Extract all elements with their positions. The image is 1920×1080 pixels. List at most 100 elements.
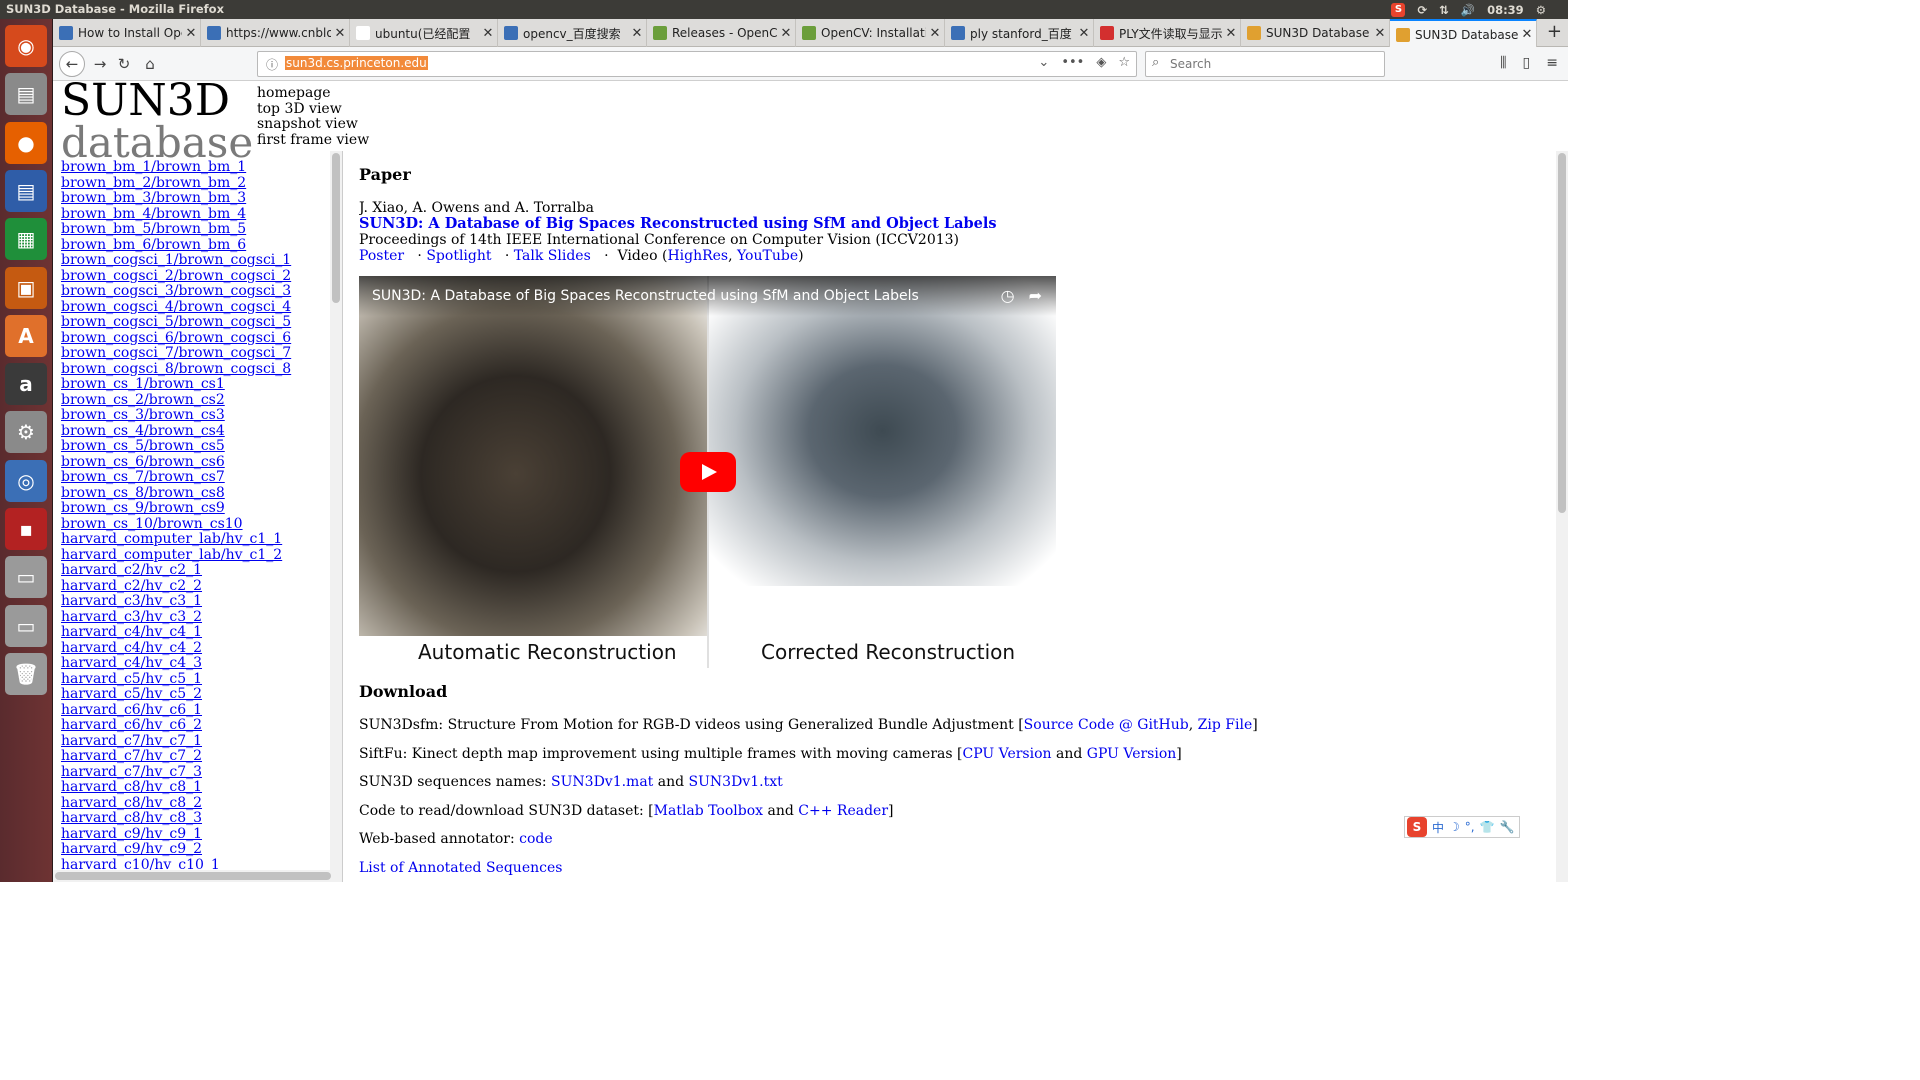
sequence-link[interactable]: harvard_c8/hv_c8_3 bbox=[61, 810, 342, 827]
home-button[interactable]: ⌂ bbox=[139, 53, 161, 75]
sequence-link[interactable]: brown_cs_6/brown_cs6 bbox=[61, 454, 342, 471]
sequence-link[interactable]: brown_bm_6/brown_bm_6 bbox=[61, 237, 342, 254]
tab-1[interactable]: How to Install Ope ✕ bbox=[53, 19, 201, 47]
paper-title-link[interactable]: SUN3D: A Database of Big Spaces Reconstr… bbox=[359, 216, 1559, 232]
sequence-link[interactable]: brown_cs_3/brown_cs3 bbox=[61, 407, 342, 424]
sequence-link[interactable]: harvard_c2/hv_c2_1 bbox=[61, 562, 342, 579]
tab-close-icon[interactable]: ✕ bbox=[1371, 26, 1389, 41]
dropdown-chevron-icon[interactable]: ⌄ bbox=[1038, 55, 1049, 70]
power-gear-icon[interactable]: ⚙ bbox=[1536, 3, 1546, 17]
tab-close-icon[interactable]: ✕ bbox=[1222, 26, 1240, 41]
tab-close-icon[interactable]: ✕ bbox=[777, 26, 795, 41]
nav-homepage[interactable]: homepage bbox=[257, 85, 369, 102]
tab-10[interactable]: SUN3D Database ✕ bbox=[1390, 19, 1537, 48]
sequence-link[interactable]: harvard_c7/hv_c7_3 bbox=[61, 764, 342, 781]
sequence-link[interactable]: brown_bm_1/brown_bm_1 bbox=[61, 159, 342, 176]
highres-link[interactable]: HighRes bbox=[667, 248, 728, 264]
sidebar-toggle-icon[interactable]: ▯ bbox=[1523, 55, 1531, 71]
tab-close-icon[interactable]: ✕ bbox=[1518, 27, 1536, 42]
sequence-link[interactable]: brown_cs_7/brown_cs7 bbox=[61, 469, 342, 486]
sequence-link[interactable]: brown_cs_8/brown_cs8 bbox=[61, 485, 342, 502]
sequence-link[interactable]: brown_cs_4/brown_cs4 bbox=[61, 423, 342, 440]
nav-first-frame-view[interactable]: first frame view bbox=[257, 132, 369, 149]
search-box[interactable]: ⌕ Search bbox=[1145, 51, 1385, 77]
matlab-toolbox-link[interactable]: Matlab Toolbox bbox=[654, 803, 763, 819]
sequence-link[interactable]: harvard_c8/hv_c8_1 bbox=[61, 779, 342, 796]
moon-icon[interactable]: ☽ bbox=[1449, 820, 1460, 834]
launcher-impress-icon[interactable]: ▣ bbox=[5, 266, 47, 309]
sequence-link[interactable]: harvard_c4/hv_c4_2 bbox=[61, 640, 342, 657]
sequence-link[interactable]: harvard_computer_lab/hv_c1_1 bbox=[61, 531, 342, 548]
sequence-link[interactable]: harvard_c3/hv_c3_1 bbox=[61, 593, 342, 610]
annotated-sequences-link[interactable]: List of Annotated Sequences bbox=[359, 860, 562, 876]
sogou-logo-icon[interactable]: S bbox=[1407, 817, 1427, 837]
launcher-software-center-icon[interactable]: A bbox=[5, 314, 47, 357]
youtube-video-embed[interactable]: SUN3D: A Database of Big Spaces Reconstr… bbox=[359, 276, 1056, 668]
watch-later-icon[interactable]: ◷ bbox=[1001, 286, 1015, 305]
volume-icon[interactable]: 🔊 bbox=[1461, 3, 1475, 17]
launcher-writer-icon[interactable]: ▤ bbox=[5, 169, 47, 212]
tab-9[interactable]: SUN3D Database ✕ bbox=[1241, 19, 1390, 47]
network-icon[interactable]: ⇅ bbox=[1439, 3, 1449, 17]
sequence-link[interactable]: brown_cogsci_7/brown_cogsci_7 bbox=[61, 345, 342, 362]
gpu-version-link[interactable]: GPU Version bbox=[1087, 746, 1177, 762]
reload-button[interactable]: ↻ bbox=[113, 53, 135, 75]
sequence-link[interactable]: brown_cs_5/brown_cs5 bbox=[61, 438, 342, 455]
sequence-link[interactable]: brown_bm_4/brown_bm_4 bbox=[61, 206, 342, 223]
sequence-link[interactable]: harvard_c7/hv_c7_1 bbox=[61, 733, 342, 750]
page-actions-icon[interactable]: ••• bbox=[1061, 55, 1084, 70]
poster-link[interactable]: Poster bbox=[359, 248, 404, 264]
sequence-link[interactable]: harvard_c9/hv_c9_2 bbox=[61, 841, 342, 858]
tab-2[interactable]: https://www.cnblo ✕ bbox=[201, 19, 350, 47]
nav-snapshot-view[interactable]: snapshot view bbox=[257, 116, 369, 133]
sequence-link[interactable]: harvard_c8/hv_c8_2 bbox=[61, 795, 342, 812]
punctuation-icon[interactable]: °, bbox=[1465, 820, 1475, 834]
sequence-link[interactable]: brown_bm_5/brown_bm_5 bbox=[61, 221, 342, 238]
tab-7[interactable]: ply stanford_百度 ✕ bbox=[945, 19, 1094, 47]
library-icon[interactable]: ⫼ bbox=[1500, 55, 1506, 71]
sequence-link[interactable]: brown_cs_10/brown_cs10 bbox=[61, 516, 342, 533]
launcher-drive-1-icon[interactable]: ▭ bbox=[5, 556, 47, 599]
pocket-icon[interactable]: ◈ bbox=[1096, 55, 1106, 70]
page-vertical-scrollbar[interactable] bbox=[1556, 151, 1568, 882]
skin-icon[interactable]: 👕 bbox=[1480, 820, 1495, 834]
tab-6[interactable]: OpenCV: Installati ✕ bbox=[796, 19, 945, 47]
tab-close-icon[interactable]: ✕ bbox=[331, 26, 349, 41]
ime-mode-toggle[interactable]: 中 bbox=[1432, 819, 1444, 836]
sequence-link[interactable]: brown_bm_2/brown_bm_2 bbox=[61, 175, 342, 192]
sequence-link[interactable]: harvard_c3/hv_c3_2 bbox=[61, 609, 342, 626]
sequence-link[interactable]: harvard_computer_lab/hv_c1_2 bbox=[61, 547, 342, 564]
sync-icon[interactable]: ⟳ bbox=[1417, 3, 1427, 17]
nav-top-3d-view[interactable]: top 3D view bbox=[257, 101, 369, 118]
hamburger-menu-icon[interactable]: ≡ bbox=[1546, 55, 1558, 71]
sequence-link[interactable]: harvard_c6/hv_c6_2 bbox=[61, 717, 342, 734]
sequence-link[interactable]: brown_cogsci_2/brown_cogsci_2 bbox=[61, 268, 342, 285]
sequence-link[interactable]: harvard_c2/hv_c2_2 bbox=[61, 578, 342, 595]
new-tab-button[interactable]: + bbox=[1547, 21, 1562, 42]
sequence-link[interactable]: harvard_c7/hv_c7_2 bbox=[61, 748, 342, 765]
sun3dv1-mat-link[interactable]: SUN3Dv1.mat bbox=[551, 774, 653, 790]
spotlight-link[interactable]: Spotlight bbox=[426, 248, 491, 264]
sidebar-horizontal-scrollbar[interactable] bbox=[53, 870, 342, 882]
sequence-link[interactable]: harvard_c5/hv_c5_2 bbox=[61, 686, 342, 703]
tab-8[interactable]: PLY文件读取与显示 ✕ bbox=[1094, 19, 1241, 47]
clock[interactable]: 08:39 bbox=[1487, 3, 1524, 17]
sequence-link[interactable]: brown_cogsci_6/brown_cogsci_6 bbox=[61, 330, 342, 347]
sequence-link[interactable]: brown_cogsci_8/brown_cogsci_8 bbox=[61, 361, 342, 378]
sequence-link[interactable]: harvard_c5/hv_c5_1 bbox=[61, 671, 342, 688]
tab-close-icon[interactable]: ✕ bbox=[479, 26, 497, 41]
cpu-version-link[interactable]: CPU Version bbox=[962, 746, 1051, 762]
sequence-link[interactable]: brown_cs_9/brown_cs9 bbox=[61, 500, 342, 517]
forward-button[interactable]: → bbox=[89, 53, 111, 75]
annotator-code-link[interactable]: code bbox=[519, 831, 553, 847]
launcher-firefox-icon[interactable]: ● bbox=[5, 121, 47, 164]
zip-file-link[interactable]: Zip File bbox=[1198, 717, 1253, 733]
sequence-link[interactable]: brown_cs_1/brown_cs1 bbox=[61, 376, 342, 393]
tab-5[interactable]: Releases - OpenCV ✕ bbox=[647, 19, 796, 47]
url-bar[interactable]: ⓘ sun3d.cs.princeton.edu ⌄ ••• ◈ ☆ bbox=[257, 51, 1137, 77]
back-button[interactable]: ← bbox=[59, 51, 85, 77]
sequence-link[interactable]: brown_bm_3/brown_bm_3 bbox=[61, 190, 342, 207]
launcher-files-icon[interactable]: ▤ bbox=[5, 73, 47, 116]
launcher-workspace-icon[interactable]: ▪ bbox=[5, 508, 47, 550]
ime-toolbar[interactable]: S 中 ☽ °, 👕 🔧 bbox=[1404, 816, 1520, 838]
